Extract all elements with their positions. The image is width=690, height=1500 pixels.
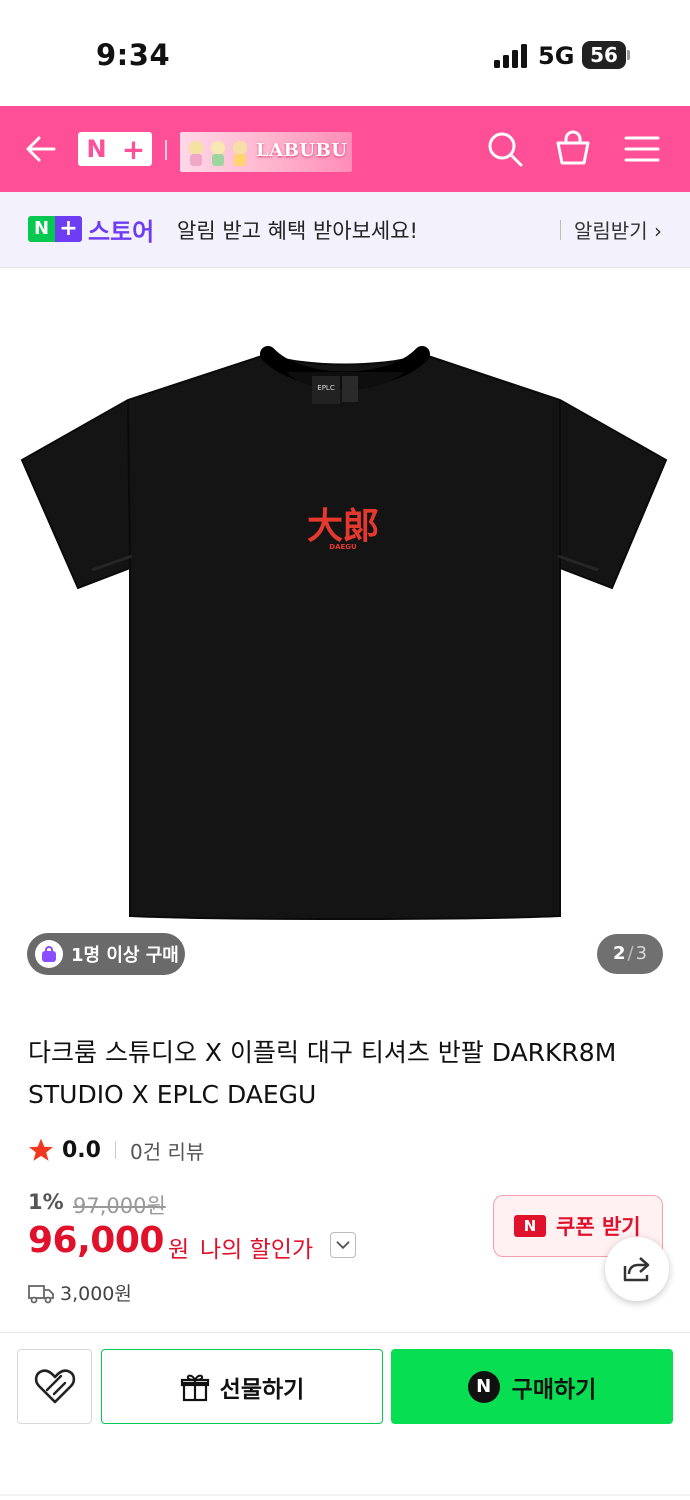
product-title: 다크룸 스튜디오 X 이플릭 대구 티셔츠 반팔 DARKR8M STUDIO … <box>28 1038 617 1109</box>
store-logo-n: N <box>33 218 50 239</box>
banner-text: LABUBU <box>256 140 348 161</box>
sale-price: 96,000 <box>28 1220 164 1261</box>
shipping-fee: 3,000원 <box>60 1283 132 1305</box>
nplus-store-logo: N + <box>28 216 82 242</box>
original-price: 97,000원 <box>73 1194 166 1218</box>
search-icon[interactable] <box>486 130 524 168</box>
back-arrow-icon[interactable] <box>22 130 60 168</box>
store-bar-divider <box>560 220 561 240</box>
pager-separator: / <box>627 943 634 964</box>
coupon-label: 쿠폰 받기 <box>556 1215 641 1239</box>
share-icon <box>623 1257 650 1282</box>
purchase-count-badge: 1명 이상 구매 <box>27 933 185 975</box>
menu-icon[interactable] <box>623 130 661 168</box>
logo-n: N <box>86 135 107 163</box>
gift-icon <box>180 1374 209 1401</box>
store-notification-bar: N + 스토어 알림 받고 혜택 받아보세요! 알림받기 › <box>0 192 690 268</box>
battery-icon: 56 <box>582 41 626 69</box>
neck-label-text: EPLC <box>317 384 335 392</box>
network-type: 5G <box>538 42 575 70</box>
review-count[interactable]: 0건 리뷰 <box>130 1136 204 1165</box>
cellular-signal-icon <box>494 44 527 68</box>
naver-plus-logo[interactable]: N + <box>78 132 152 166</box>
shopping-bag-icon <box>35 940 63 968</box>
image-pager: 2/3 <box>597 934 663 974</box>
header-divider <box>165 140 167 160</box>
shirt-print-subtext: DAEGU <box>329 543 357 551</box>
share-button[interactable] <box>605 1237 669 1301</box>
rating-row[interactable]: 0.0 0건 리뷰 <box>28 1135 204 1165</box>
delivery-truck-icon <box>28 1284 54 1303</box>
price-currency: 원 <box>168 1237 190 1263</box>
logo-plus: + <box>121 132 146 166</box>
home-indicator <box>0 1494 690 1496</box>
rating-divider <box>114 1141 116 1159</box>
buy-label: 구매하기 <box>511 1376 597 1403</box>
naver-pay-icon: N <box>467 1370 500 1403</box>
shirt-print-text: 大郞 <box>307 505 379 547</box>
rating-score: 0.0 <box>62 1137 101 1163</box>
chevron-down-icon[interactable] <box>330 1232 356 1258</box>
store-logo-plus: + <box>55 216 82 242</box>
buy-button[interactable]: N 구매하기 <box>391 1349 673 1424</box>
gift-button[interactable]: 선물하기 <box>101 1349 383 1424</box>
my-discount-price-label[interactable]: 나의 할인가 <box>200 1230 313 1264</box>
battery-tip <box>627 50 630 60</box>
star-icon <box>29 1138 53 1161</box>
pager-total: 3 <box>635 943 648 964</box>
bottom-action-bar: 선물하기 N 구매하기 <box>0 1332 690 1500</box>
discount-rate: 1% <box>28 1190 64 1214</box>
product-image-gallery[interactable]: EPLC 大郞 DAEGU <box>0 268 690 998</box>
naver-coupon-icon: N <box>514 1215 546 1237</box>
receive-alerts-link[interactable]: 알림받기 › <box>574 215 662 244</box>
status-bar: 9:34 5G 56 <box>0 0 690 106</box>
wishlist-button[interactable] <box>17 1349 92 1424</box>
purchase-count-text: 1명 이상 구매 <box>71 945 179 966</box>
status-time: 9:34 <box>96 38 171 72</box>
heart-icon <box>34 1368 75 1403</box>
labubu-doll-icons <box>189 141 247 166</box>
notification-message: 알림 받고 혜택 받아보세요! <box>177 219 418 243</box>
labubu-promo-banner[interactable]: LABUBU <box>180 132 352 172</box>
cart-icon[interactable] <box>554 130 592 168</box>
top-navigation-bar: N + LABUBU <box>0 106 690 192</box>
tshirt-image: EPLC 大郞 DAEGU <box>20 346 668 920</box>
pager-current: 2 <box>612 943 626 964</box>
gift-label: 선물하기 <box>219 1376 305 1403</box>
store-label: 스토어 <box>88 218 155 246</box>
shipping-info: 3,000원 <box>28 1279 132 1306</box>
